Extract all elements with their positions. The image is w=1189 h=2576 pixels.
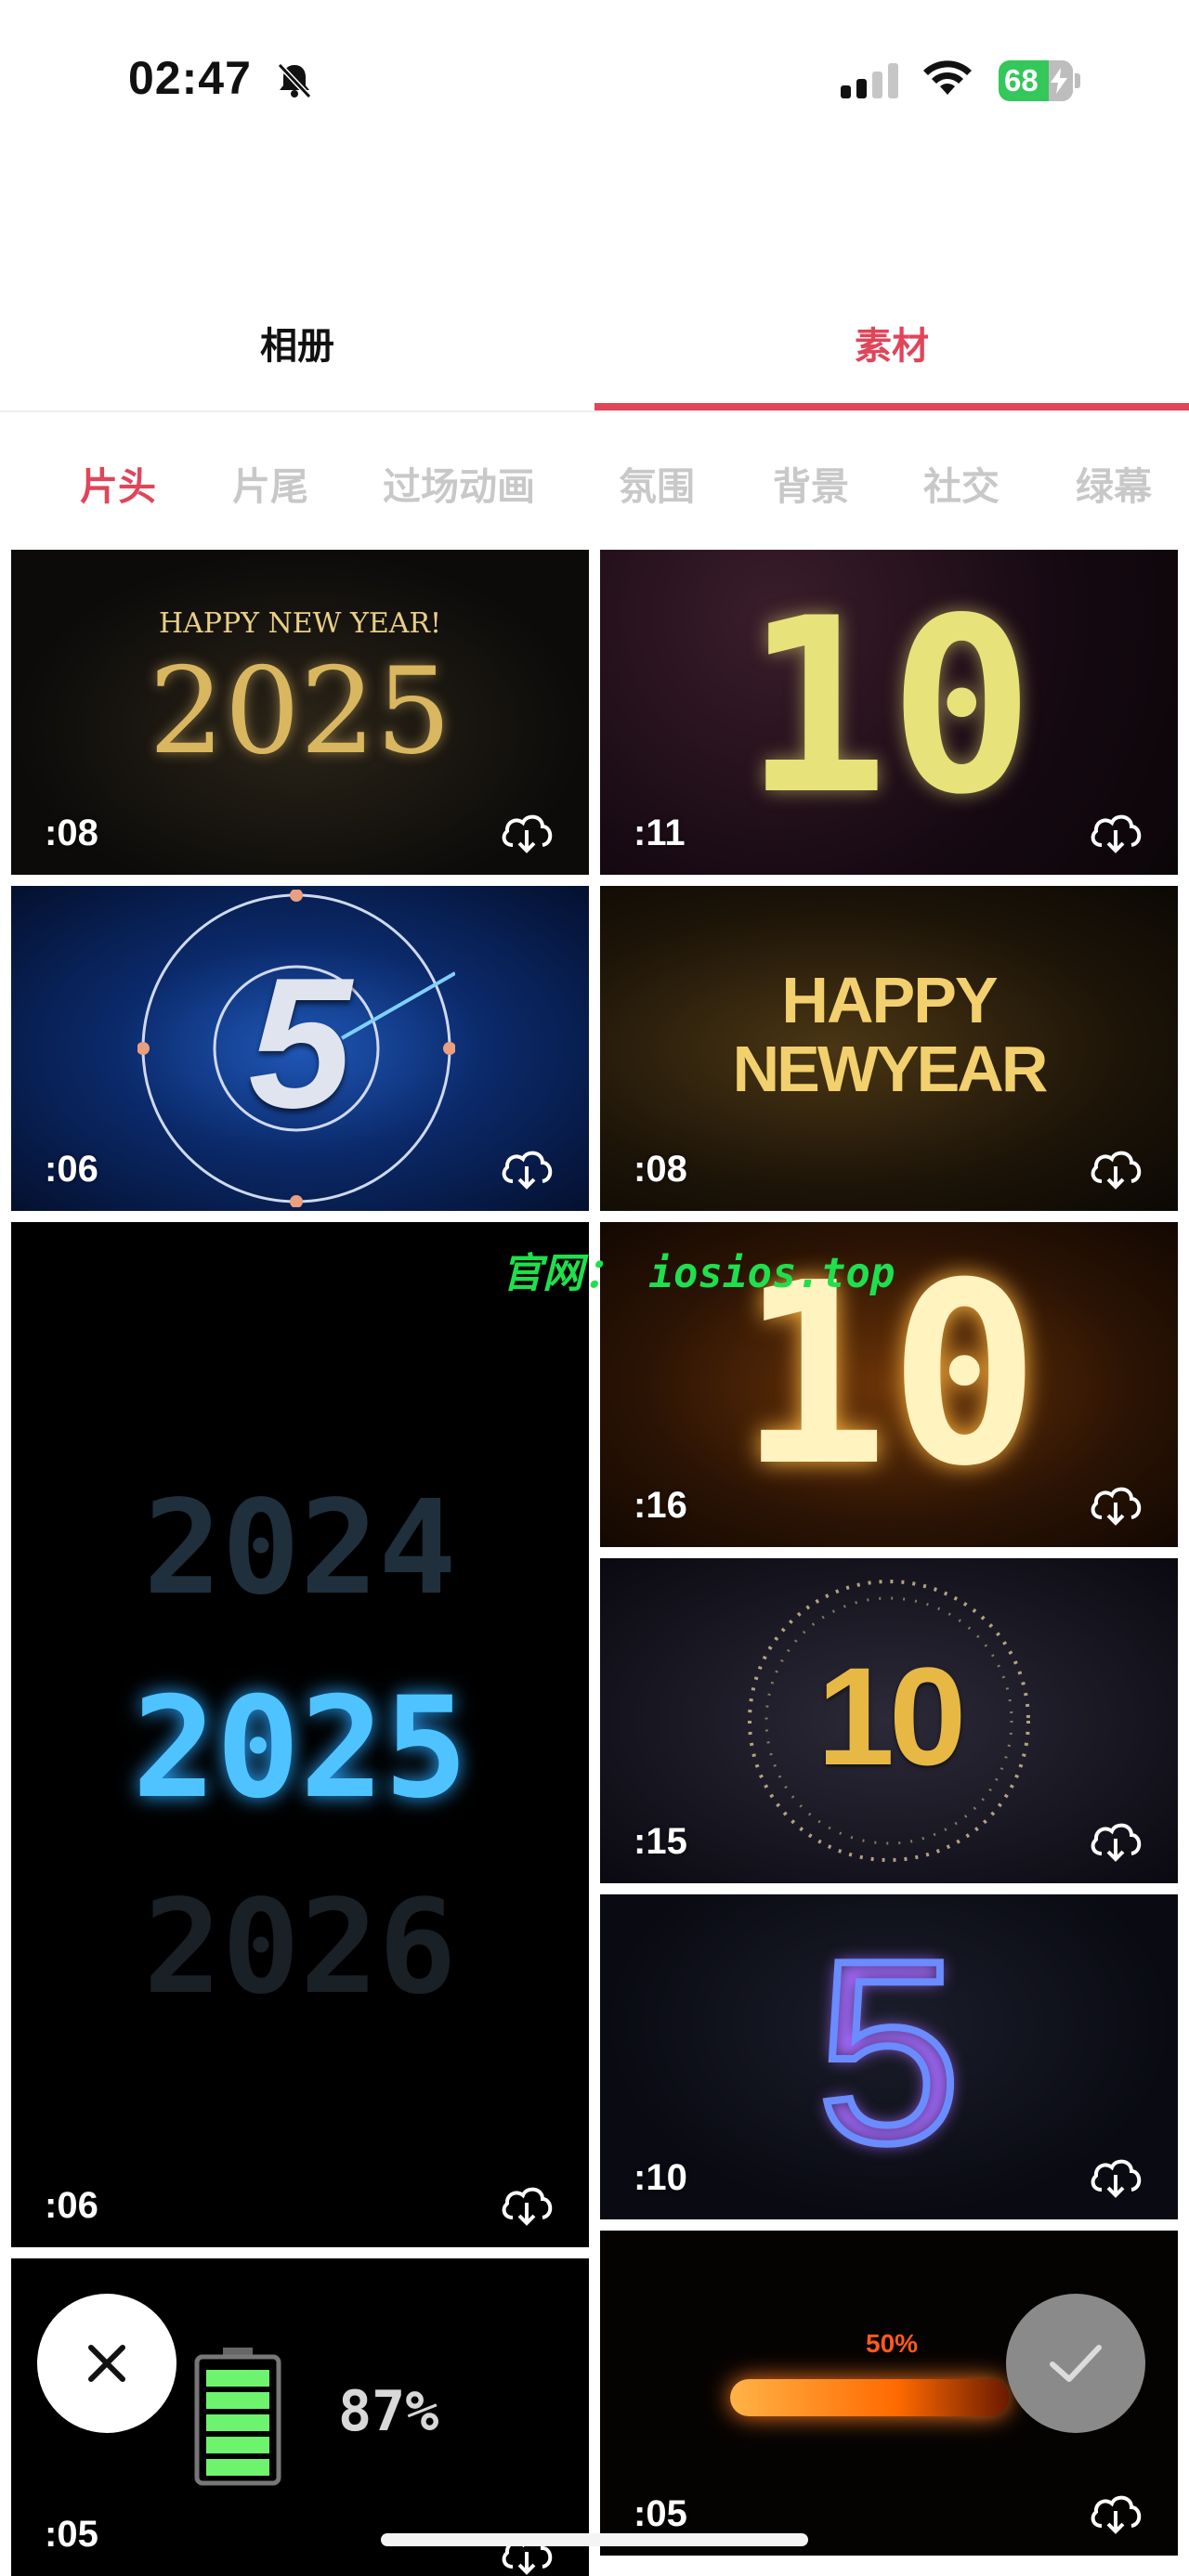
duration-label: :05 [634, 2493, 687, 2534]
thumb-year: 2025 [149, 643, 451, 781]
category-green-screen[interactable]: 绿幕 [1076, 455, 1152, 511]
battery-level: 68 [1004, 63, 1039, 98]
battery-icon: 68 [999, 60, 1082, 101]
cloud-download-icon[interactable] [1087, 808, 1144, 854]
countdown-number: 5 [248, 940, 352, 1147]
cloud-download-icon[interactable] [498, 808, 555, 854]
year-next: 2026 [143, 1872, 457, 2023]
year-current: 2025 [132, 1668, 468, 1829]
duration-label: :08 [634, 1149, 687, 1190]
video-thumbnail[interactable]: 10 :11 [600, 550, 1178, 875]
countdown-number: 5 [813, 1907, 965, 2197]
cloud-download-icon[interactable] [1087, 1480, 1144, 1527]
thumb-title: HAPPY NEW YEAR! [158, 607, 442, 640]
video-thumbnail[interactable]: 2024 2025 2026 :06 [11, 1222, 589, 2247]
video-thumbnail[interactable]: 5 :06 [11, 886, 589, 1211]
duration-label: :08 [45, 813, 98, 853]
duration-label: :15 [634, 1821, 687, 1862]
video-thumbnail[interactable]: HAPPY NEWYEAR :08 [600, 886, 1178, 1211]
tab-album[interactable]: 相册 [0, 316, 594, 370]
bell-slash-icon [277, 62, 312, 99]
duration-label: :10 [634, 2157, 687, 2198]
video-thumbnail[interactable]: HAPPY NEW YEAR! 2025 :08 [11, 550, 589, 875]
status-bar: 02:47 68 [0, 0, 1189, 158]
cellular-signal-icon [841, 63, 898, 98]
cloud-download-icon[interactable] [498, 1144, 555, 1190]
category-atmosphere[interactable]: 氛围 [619, 455, 695, 511]
battery-graphic [194, 2348, 281, 2486]
cloud-download-icon[interactable] [1087, 2489, 1144, 2535]
duration-label: :06 [45, 1149, 98, 1190]
category-tabs: 片头 片尾 过场动画 氛围 背景 社交 绿幕 [0, 446, 1189, 520]
home-indicator [381, 2533, 808, 2546]
duration-label: :11 [634, 813, 686, 853]
battery-percent-text: 87% [338, 2379, 439, 2444]
category-intro[interactable]: 片头 [80, 455, 156, 511]
cloud-download-icon[interactable] [1087, 1144, 1144, 1190]
close-icon [88, 2345, 125, 2382]
cloud-download-icon[interactable] [1087, 1816, 1144, 1863]
confirm-button[interactable] [1006, 2294, 1145, 2433]
cloud-download-icon[interactable] [1087, 2153, 1144, 2199]
category-outro[interactable]: 片尾 [232, 455, 308, 511]
checkmark-icon [1050, 2345, 1102, 2382]
tab-active-indicator [594, 403, 1189, 410]
status-time: 02:47 [128, 52, 252, 104]
duration-label: :06 [45, 2185, 98, 2226]
duration-label: :16 [634, 1485, 687, 1526]
category-background[interactable]: 背景 [773, 455, 849, 511]
category-transitions[interactable]: 过场动画 [383, 455, 535, 511]
fire-progress-bar [730, 2379, 1009, 2416]
thumb-line2: NEWYEAR [732, 1033, 1049, 1105]
countdown-number: 10 [817, 1638, 967, 1794]
countdown-number: 10 [743, 567, 1035, 848]
wifi-icon [923, 60, 972, 95]
cloud-download-icon[interactable] [498, 2180, 555, 2227]
watermark: 官网： iosios.top [502, 1250, 895, 1297]
tab-material[interactable]: 素材 [594, 316, 1189, 370]
top-tabs: 相册 素材 [0, 279, 1189, 412]
duration-label: :05 [45, 2514, 98, 2555]
category-social[interactable]: 社交 [923, 455, 1000, 511]
video-thumbnail[interactable]: 10 :15 [600, 1558, 1178, 1883]
video-thumbnail[interactable]: 5 :10 [600, 1894, 1178, 2219]
progress-percent-text: 50% [866, 2329, 919, 2358]
year-previous: 2024 [143, 1473, 457, 1624]
close-button[interactable] [37, 2294, 176, 2433]
thumb-line1: HAPPY [781, 964, 998, 1036]
